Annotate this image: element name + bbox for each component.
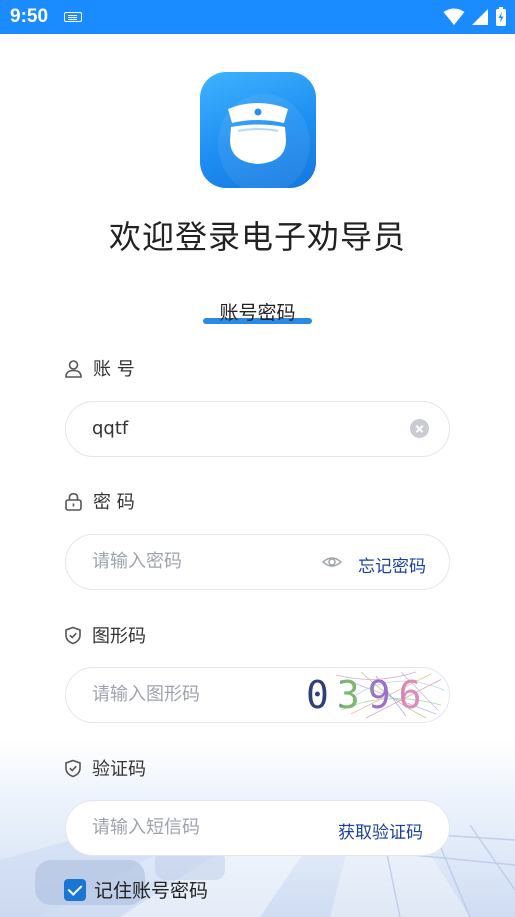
account-field bbox=[65, 401, 450, 457]
sms-input[interactable] bbox=[92, 801, 322, 854]
lock-icon bbox=[65, 492, 82, 511]
password-field: 忘记密码 bbox=[65, 534, 450, 590]
password-input[interactable] bbox=[92, 535, 322, 588]
password-label-row: 密 码 bbox=[64, 488, 135, 514]
account-label: 账 号 bbox=[93, 359, 135, 380]
clear-icon[interactable] bbox=[410, 419, 429, 438]
battery-icon bbox=[496, 7, 506, 26]
password-label: 密 码 bbox=[93, 492, 135, 513]
status-bar: 9:50 bbox=[0, 0, 515, 34]
remember-checkbox[interactable] bbox=[64, 878, 86, 901]
captcha-label: 图形码 bbox=[92, 626, 146, 647]
account-input[interactable] bbox=[92, 402, 322, 455]
eye-icon[interactable] bbox=[322, 552, 342, 572]
sms-label: 验证码 bbox=[92, 759, 146, 780]
sms-field: 获取验证码 bbox=[65, 800, 450, 856]
get-code-button[interactable]: 获取验证码 bbox=[338, 818, 423, 843]
remember-row[interactable]: 记住账号密码 bbox=[64, 876, 208, 903]
user-icon bbox=[65, 359, 82, 378]
signal-icon bbox=[472, 9, 488, 25]
forgot-password-link[interactable]: 忘记密码 bbox=[358, 552, 426, 577]
captcha-field: 0396 bbox=[65, 667, 450, 723]
status-icons bbox=[443, 6, 507, 28]
police-officer-icon bbox=[228, 103, 288, 164]
captcha-input[interactable] bbox=[92, 668, 322, 721]
captcha-label-row: 图形码 bbox=[64, 622, 146, 648]
account-label-row: 账 号 bbox=[64, 355, 135, 381]
tab-label: 账号密码 bbox=[219, 302, 296, 324]
tab-account-password[interactable]: 账号密码 bbox=[200, 298, 315, 330]
captcha-code: 0396 bbox=[306, 673, 430, 717]
remember-label: 记住账号密码 bbox=[94, 880, 209, 902]
keyboard-icon bbox=[64, 12, 82, 22]
app-logo bbox=[200, 72, 316, 188]
shield-icon bbox=[65, 626, 81, 644]
wifi-icon bbox=[443, 8, 465, 25]
shield-check-icon bbox=[65, 759, 81, 777]
sms-label-row: 验证码 bbox=[64, 755, 146, 781]
captcha-image[interactable]: 0396 bbox=[306, 670, 446, 719]
status-time: 9:50 bbox=[10, 6, 49, 27]
welcome-title: 欢迎登录电子劝导员 bbox=[108, 218, 406, 256]
